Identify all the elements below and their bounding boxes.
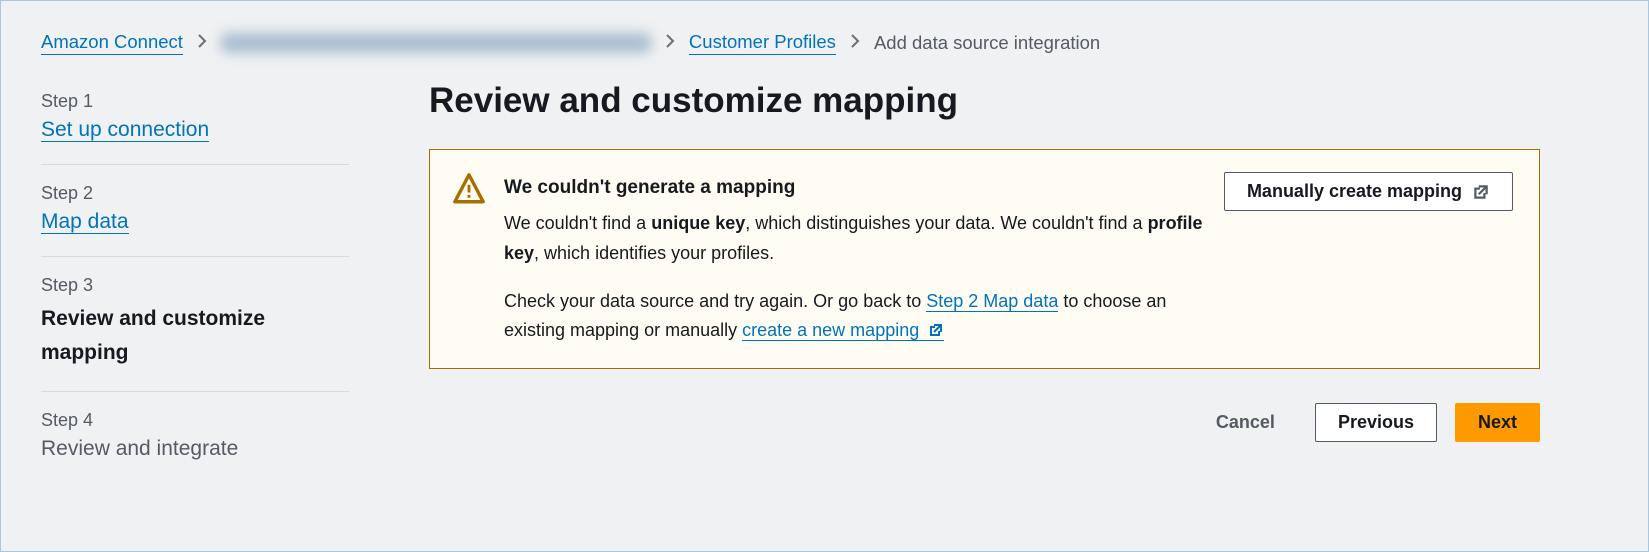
step-3-current-title: Review and customize mapping <box>41 302 349 369</box>
step-2-link[interactable]: Map data <box>41 210 129 234</box>
create-new-mapping-link[interactable]: create a new mapping <box>742 320 944 341</box>
breadcrumb: Amazon Connect Customer Profiles Add dat… <box>1 1 1649 73</box>
wizard-steps-sidebar: Step 1 Set up connection Step 2 Map data… <box>1 73 389 551</box>
external-link-icon <box>1472 183 1490 201</box>
button-label: Manually create mapping <box>1247 181 1462 202</box>
wizard-step-3: Step 3 Review and customize mapping <box>41 257 349 392</box>
warning-icon <box>452 172 486 211</box>
wizard-step-1: Step 1 Set up connection <box>41 73 349 165</box>
wizard-step-4: Step 4 Review and integrate <box>41 392 349 483</box>
breadcrumb-current: Add data source integration <box>874 32 1100 54</box>
alert-title: We couldn't generate a mapping <box>504 172 1206 203</box>
step-label: Step 3 <box>41 275 349 296</box>
next-button[interactable]: Next <box>1455 403 1540 442</box>
chevron-right-icon <box>850 32 860 54</box>
chevron-right-icon <box>665 32 675 54</box>
warning-alert: We couldn't generate a mapping We couldn… <box>429 149 1540 369</box>
step-label: Step 2 <box>41 183 349 204</box>
chevron-right-icon <box>197 32 207 54</box>
step-label: Step 4 <box>41 410 349 431</box>
page-title: Review and customize mapping <box>429 81 1540 121</box>
breadcrumb-instance-redacted <box>221 33 651 53</box>
alert-paragraph-2: Check your data source and try again. Or… <box>504 287 1206 346</box>
cancel-button[interactable]: Cancel <box>1194 404 1297 441</box>
wizard-step-2: Step 2 Map data <box>41 165 349 257</box>
alert-paragraph-1: We couldn't find a unique key, which dis… <box>504 209 1206 268</box>
previous-button[interactable]: Previous <box>1315 403 1437 442</box>
step-label: Step 1 <box>41 91 349 112</box>
step-4-title: Review and integrate <box>41 437 349 461</box>
step-2-map-data-link[interactable]: Step 2 Map data <box>926 291 1058 312</box>
manually-create-mapping-button[interactable]: Manually create mapping <box>1224 172 1513 211</box>
breadcrumb-root-link[interactable]: Amazon Connect <box>41 31 183 55</box>
step-1-link[interactable]: Set up connection <box>41 118 209 142</box>
external-link-icon <box>928 322 944 338</box>
wizard-footer: Cancel Previous Next <box>429 403 1540 442</box>
breadcrumb-customer-profiles-link[interactable]: Customer Profiles <box>689 31 836 55</box>
